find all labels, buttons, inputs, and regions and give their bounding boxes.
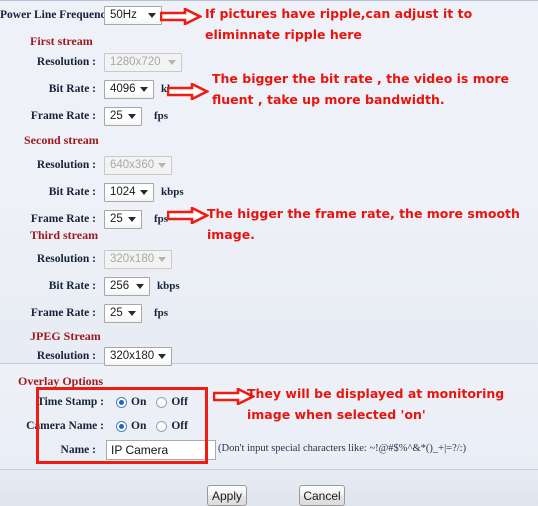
overlay-options-highlight-box (36, 387, 208, 464)
third-stream-bitrate-row: Bit Rate : 256 kbps (0, 276, 230, 296)
jpeg-stream-resolution-row: Resolution : 320x180 (0, 346, 230, 366)
chevron-down-icon (158, 257, 166, 262)
first-stream-framerate-select[interactable]: 25 (104, 106, 142, 126)
name-input-hint: (Don't input special characters like: ~!… (218, 443, 467, 454)
chevron-down-icon (140, 87, 148, 92)
chevron-down-icon (128, 217, 136, 222)
annotation-power-line: If pictures have ripple,can adjust it to… (205, 6, 473, 42)
chevron-down-icon (140, 190, 148, 195)
jpeg-stream-resolution-value: 320x180 (110, 350, 155, 362)
first-stream-resolution-row: Resolution : 1280x720 (0, 52, 230, 72)
chevron-down-icon (158, 354, 166, 359)
third-stream-resolution-select[interactable]: 320x180 (104, 249, 172, 269)
annotation-arrow-frame-rate (167, 207, 209, 224)
first-stream-bitrate-value: 4096 (110, 83, 136, 95)
first-stream-bitrate-label: Bit Rate : (48, 83, 96, 95)
second-stream-bitrate-label: Bit Rate : (48, 186, 96, 198)
second-stream-resolution-row: Resolution : 640x360 (0, 155, 230, 175)
power-line-frequency-value: 50Hz (110, 9, 137, 21)
first-stream-resolution-value: 1280x720 (110, 56, 161, 68)
second-stream-resolution-value: 640x360 (110, 159, 155, 171)
power-line-frequency-select[interactable]: 50Hz (104, 5, 162, 25)
second-stream-resolution-label: Resolution : (36, 159, 96, 171)
power-line-frequency-label: Power Line Frequency : (0, 9, 119, 21)
apply-button-label: Apply (211, 488, 243, 503)
second-stream-bitrate-select[interactable]: 1024 (104, 182, 154, 202)
apply-button[interactable]: Apply (207, 485, 247, 506)
first-stream-framerate-label: Frame Rate : (30, 110, 96, 122)
chevron-down-icon (148, 13, 156, 18)
first-stream-framerate-row: Frame Rate : 25 fps (0, 106, 230, 126)
section-title-jpeg-stream: JPEG Stream (30, 329, 101, 343)
third-stream-framerate-row: Frame Rate : 25 fps (0, 303, 230, 323)
annotation-overlay: They will be displayed at monitoring ima… (247, 386, 505, 422)
second-stream-framerate-select[interactable]: 25 (104, 209, 142, 229)
annotation-arrow-bit-rate (167, 83, 209, 100)
third-stream-framerate-unit: fps (154, 307, 169, 319)
second-stream-bitrate-value: 1024 (110, 186, 136, 198)
second-stream-bitrate-unit: kbps (161, 186, 184, 198)
chevron-down-icon (168, 60, 176, 65)
chevron-down-icon (158, 163, 166, 168)
third-stream-resolution-value: 320x180 (110, 253, 155, 265)
third-stream-framerate-select[interactable]: 25 (104, 303, 142, 323)
first-stream-resolution-select[interactable]: 1280x720 (104, 52, 182, 72)
annotation-bit-rate: The bigger the bit rate , the video is m… (212, 71, 509, 107)
section-title-third-stream: Third stream (30, 228, 99, 242)
cancel-button-label: Cancel (303, 488, 341, 503)
annotation-frame-rate: The higger the frame rate, the more smoo… (207, 206, 520, 242)
second-stream-framerate-value: 25 (110, 213, 123, 225)
first-stream-framerate-unit: fps (154, 110, 169, 122)
first-stream-bitrate-select[interactable]: 4096 (104, 79, 154, 99)
third-stream-bitrate-label: Bit Rate : (48, 280, 96, 292)
chevron-down-icon (136, 284, 144, 289)
section-title-first-stream: First stream (30, 34, 93, 48)
chevron-down-icon (128, 311, 136, 316)
chevron-down-icon (128, 114, 136, 119)
second-stream-framerate-label: Frame Rate : (30, 213, 96, 225)
second-stream-framerate-unit: fps (154, 213, 169, 225)
camera-video-settings-page: Power Line Frequency : 50Hz First stream… (0, 0, 538, 506)
third-stream-bitrate-select[interactable]: 256 (104, 276, 150, 296)
second-stream-bitrate-row: Bit Rate : 1024 kbps (0, 182, 230, 202)
third-stream-resolution-label: Resolution : (36, 253, 96, 265)
section-title-second-stream: Second stream (24, 133, 99, 147)
jpeg-stream-resolution-label: Resolution : (36, 350, 96, 362)
third-stream-bitrate-unit: kbps (157, 280, 180, 292)
first-stream-framerate-value: 25 (110, 110, 123, 122)
jpeg-stream-resolution-select[interactable]: 320x180 (104, 346, 172, 366)
action-bar-panel (0, 469, 538, 506)
second-stream-resolution-select[interactable]: 640x360 (104, 155, 172, 175)
third-stream-resolution-row: Resolution : 320x180 (0, 249, 230, 269)
third-stream-bitrate-value: 256 (110, 280, 130, 292)
first-stream-resolution-label: Resolution : (36, 56, 96, 68)
third-stream-framerate-value: 25 (110, 307, 123, 319)
annotation-arrow-power-line (160, 8, 202, 25)
third-stream-framerate-label: Frame Rate : (30, 307, 96, 319)
cancel-button[interactable]: Cancel (299, 485, 345, 506)
